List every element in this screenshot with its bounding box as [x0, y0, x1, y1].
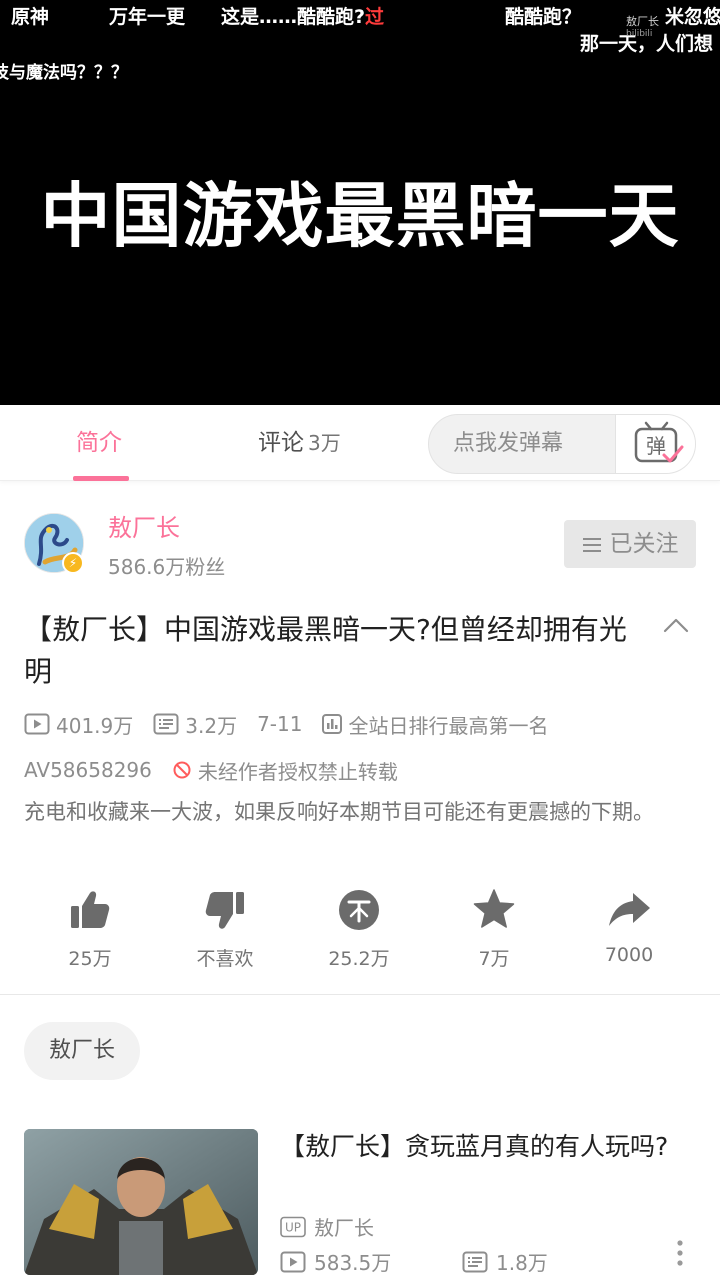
recommended-views: 583.5万	[280, 1247, 391, 1276]
share-button[interactable]: 7000	[569, 888, 689, 966]
recommended-danmaku: 1.8万	[462, 1247, 548, 1276]
share-arrow-icon	[609, 893, 650, 926]
danmaku-comment: 技与魔法吗？？？	[0, 63, 128, 83]
danmaku-toggle-button[interactable]: 弹	[615, 415, 695, 473]
comment-count: 3万	[308, 431, 341, 455]
section-divider	[0, 994, 720, 995]
danmaku-comment: 酷酷跑？	[505, 6, 582, 28]
rank-chart-icon	[322, 714, 343, 734]
view-count: 401.9万	[24, 710, 133, 739]
follow-label: 已关注	[609, 531, 679, 557]
dislike-label: 不喜欢	[196, 948, 254, 970]
favorite-count: 7万	[478, 948, 510, 970]
active-tab-indicator	[73, 476, 129, 481]
recommended-video-title[interactable]: 【敖厂长】贪玩蓝月真的有人玩吗?	[280, 1130, 690, 1164]
recommended-video-thumbnail[interactable]	[24, 1129, 258, 1275]
tab-intro[interactable]: 简介	[76, 405, 122, 481]
thumbs-up-icon	[71, 891, 110, 928]
detail-tabs: 简介 评论 3万 点我发弹幕 弹	[0, 405, 720, 481]
play-count-icon	[24, 713, 50, 735]
action-bar: 25万 不喜欢 25.2万 7万 7000	[0, 888, 720, 988]
like-count: 25万	[68, 948, 112, 970]
star-icon	[473, 889, 515, 928]
video-description: 充电和收藏来一大波，如果反响好本期节目可能还有更震撼的下期。	[24, 800, 654, 824]
video-ids: AV58658296 未经作者授权禁止转载	[24, 755, 418, 785]
danmaku-count-icon	[462, 1251, 488, 1272]
verified-badge-icon: ⚡	[62, 552, 84, 574]
video-stats: 401.9万 3.2万 7-11 全站日排行最高第一名	[24, 709, 568, 739]
tab-comments-label: 评论	[258, 430, 304, 456]
like-button[interactable]: 25万	[30, 888, 150, 971]
danmaku-comment: 原神	[11, 6, 50, 28]
favorite-button[interactable]: 7万	[434, 888, 554, 971]
video-title: 【敖厂长】中国游戏最黑暗一天?但曾经却拥有光明	[24, 613, 627, 688]
danmaku-placeholder: 点我发弹幕	[453, 431, 564, 456]
tag-chip[interactable]: 敖厂长	[24, 1022, 141, 1080]
thumbs-down-icon	[205, 892, 244, 929]
tab-comments[interactable]: 评论 3万	[258, 405, 341, 481]
danmaku-count-icon	[153, 713, 179, 735]
more-options-icon[interactable]	[670, 1238, 690, 1268]
thumbnail-image	[24, 1129, 258, 1275]
danmaku-tv-icon: 弹	[634, 421, 684, 463]
fans-count: 586.6万粉丝	[108, 555, 226, 579]
publish-date: 7-11	[257, 712, 303, 736]
danmaku-comment: 万年一更	[109, 6, 186, 28]
danmaku-comment: 这是……酷酷跑?过	[221, 6, 385, 28]
uploader-name[interactable]: 敖厂长	[108, 508, 180, 543]
up-badge-icon: UP	[280, 1216, 306, 1237]
coin-count: 25.2万	[328, 948, 390, 970]
coin-button[interactable]: 25.2万	[299, 888, 419, 971]
follow-button[interactable]: 已关注	[564, 520, 696, 568]
play-count-icon	[280, 1251, 306, 1272]
av-id: AV58658296	[24, 758, 152, 782]
coin-icon	[339, 890, 379, 930]
menu-icon	[582, 537, 601, 552]
copyright-notice: 未经作者授权禁止转载	[172, 756, 398, 785]
danmaku-count: 3.2万	[153, 710, 237, 739]
forbidden-icon	[173, 761, 191, 779]
video-player[interactable]: 原神 万年一更 这是……酷酷跑?过 酷酷跑？ 米忽悠 那一天，人们想 技与魔法吗…	[0, 0, 720, 405]
share-count: 7000	[604, 944, 654, 966]
danmaku-input[interactable]: 点我发弹幕 弹	[428, 414, 696, 474]
rank-info[interactable]: 全站日排行最高第一名	[322, 710, 548, 739]
danmaku-comment: 米忽悠	[665, 6, 720, 28]
chevron-up-icon[interactable]	[662, 612, 690, 640]
svg-text:UP: UP	[285, 1220, 301, 1234]
recommended-uploader: UP 敖厂长	[280, 1212, 374, 1241]
bilibili-watermark: 敖厂长 bilibili	[626, 15, 659, 40]
dislike-button[interactable]: 不喜欢	[165, 888, 285, 971]
video-frame-title: 中国游戏最黑暗一天	[40, 175, 680, 257]
